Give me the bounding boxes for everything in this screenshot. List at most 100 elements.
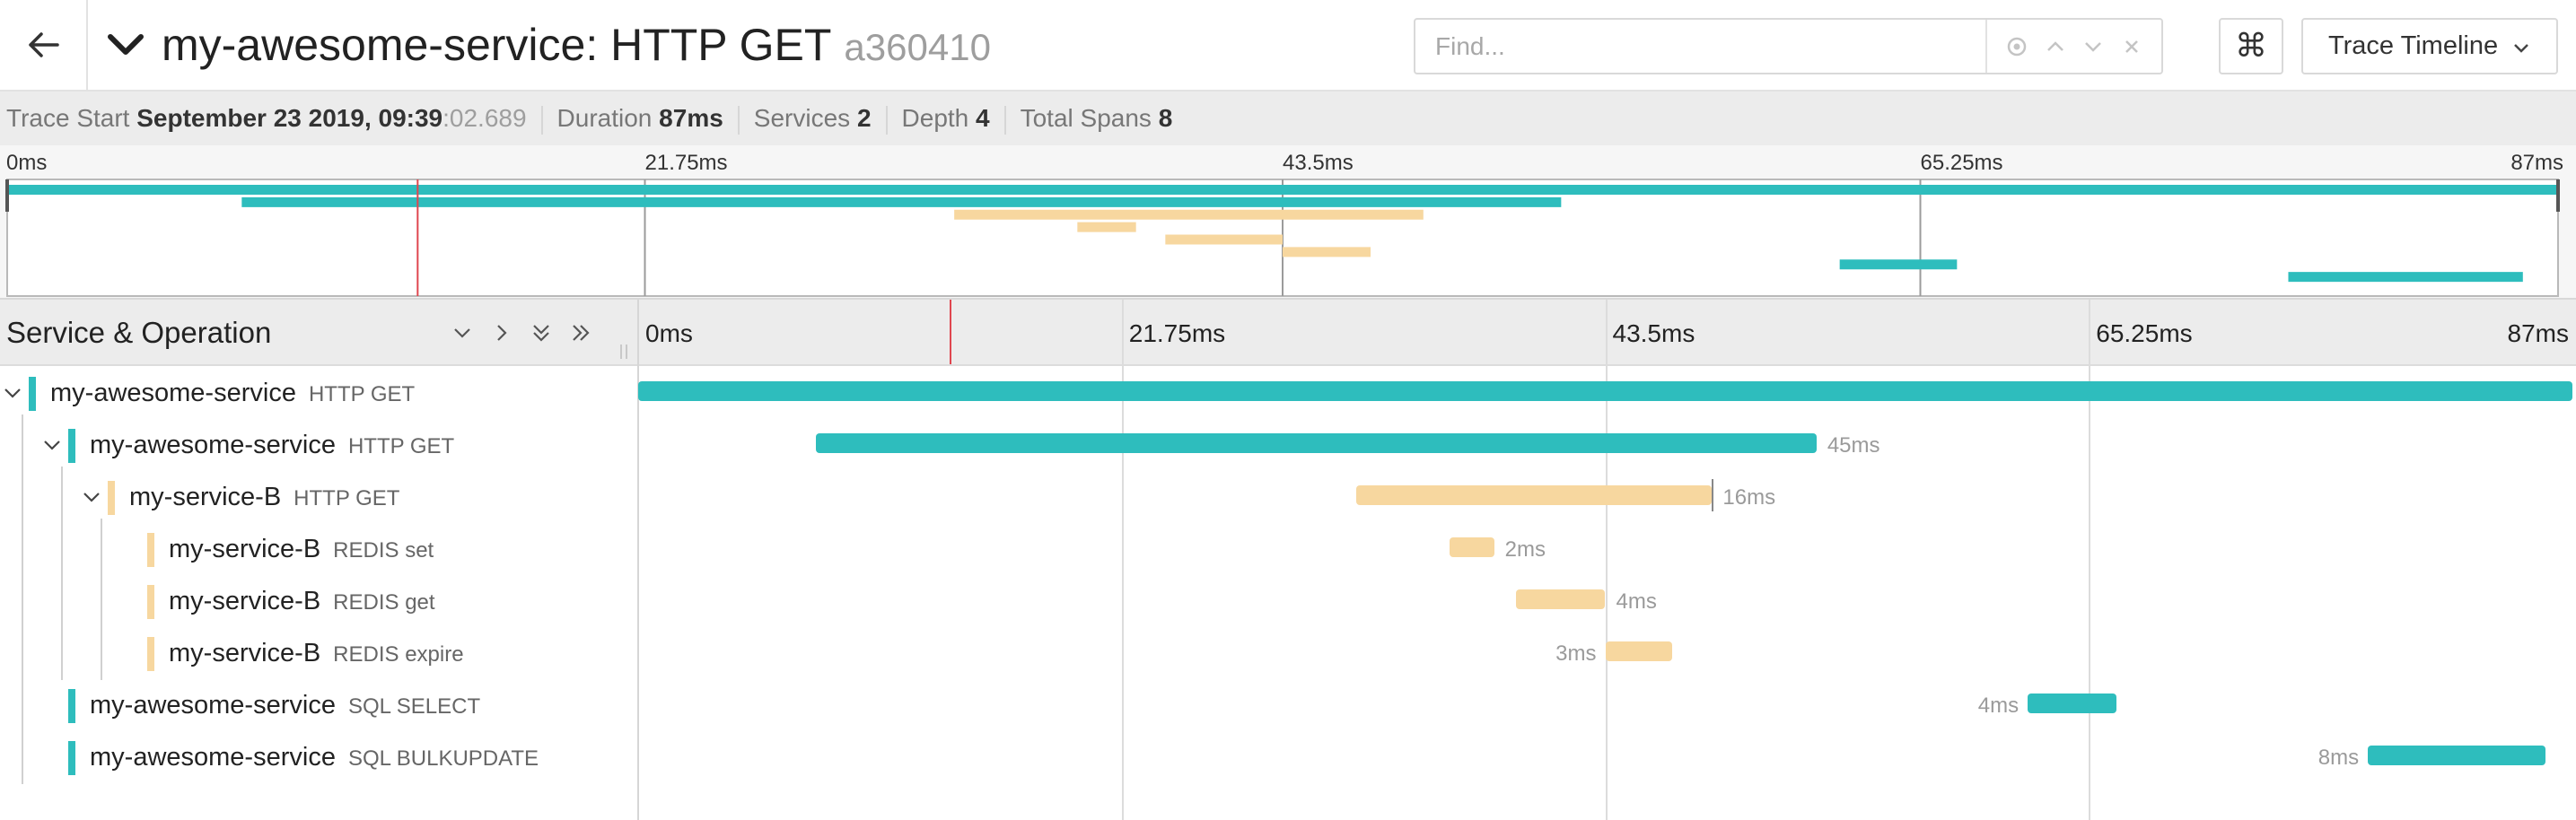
operation-name: REDIS expire bbox=[333, 642, 464, 667]
operation-name: HTTP GET bbox=[294, 486, 400, 510]
minimap-span-bar bbox=[954, 209, 1424, 220]
span-row[interactable]: my-awesome-service HTTP GET 45ms bbox=[0, 420, 2576, 472]
depth-label: Depth bbox=[901, 104, 969, 132]
service-name: my-service-B bbox=[169, 587, 321, 615]
minimap-span-bar bbox=[241, 196, 1562, 207]
minimap-span-bar bbox=[1839, 259, 1958, 270]
span-bar[interactable] bbox=[1450, 537, 1494, 557]
span-bar[interactable] bbox=[2368, 746, 2546, 765]
service-color-bar bbox=[147, 637, 154, 671]
page-title: my-awesome-service: HTTP GET a360410 bbox=[162, 18, 991, 74]
chevron-down-icon[interactable] bbox=[79, 484, 104, 510]
total-spans-value: 8 bbox=[1158, 104, 1173, 132]
service-color-bar bbox=[68, 429, 75, 463]
span-service-name[interactable]: my-awesome-service SQL BULKUPDATE bbox=[90, 743, 539, 772]
minimap-span-bar bbox=[2288, 272, 2523, 283]
span-duration-label: 4ms bbox=[1977, 694, 2020, 718]
span-service-name[interactable]: my-service-B REDIS expire bbox=[169, 639, 464, 668]
service-name: my-service-B bbox=[169, 535, 321, 563]
back-button[interactable] bbox=[0, 0, 88, 90]
timeline-tick-label: 0ms bbox=[645, 319, 693, 347]
collapse-all-icon[interactable] bbox=[528, 319, 555, 346]
service-name: my-awesome-service bbox=[90, 691, 336, 720]
span-bar[interactable] bbox=[1356, 485, 1713, 505]
locate-icon[interactable] bbox=[2004, 34, 2029, 59]
find-input[interactable] bbox=[1415, 20, 1985, 73]
span-row[interactable]: my-awesome-service HTTP GET bbox=[0, 368, 2576, 420]
span-row[interactable]: my-service-B REDIS expire 3ms bbox=[0, 628, 2576, 680]
service-color-bar bbox=[108, 481, 115, 515]
trace-header: my-awesome-service: HTTP GET a360410 ⌘ Tr… bbox=[0, 0, 2576, 92]
span-bar[interactable] bbox=[1605, 641, 1672, 661]
span-row[interactable]: my-service-B HTTP GET 16ms bbox=[0, 472, 2576, 524]
span-bar[interactable] bbox=[2028, 694, 2117, 713]
view-selector[interactable]: Trace Timeline bbox=[2301, 18, 2558, 74]
column-resize-handle[interactable] bbox=[618, 343, 630, 361]
expand-one-icon[interactable] bbox=[488, 319, 515, 346]
trace-id: a360410 bbox=[844, 26, 991, 68]
span-duration-label: 8ms bbox=[2318, 746, 2360, 770]
span-row[interactable]: my-service-B REDIS get 4ms bbox=[0, 576, 2576, 628]
span-service-name[interactable]: my-awesome-service HTTP GET bbox=[90, 431, 454, 460]
span-service-name[interactable]: my-service-B REDIS get bbox=[169, 587, 435, 616]
span-duration-label: 45ms bbox=[1827, 433, 1880, 458]
chevron-down-icon[interactable] bbox=[106, 31, 145, 59]
trace-summary: Trace Start September 23 2019, 09:39:02.… bbox=[0, 92, 2576, 145]
span-service-name[interactable]: my-awesome-service HTTP GET bbox=[50, 379, 415, 408]
minimap-span-bar bbox=[1283, 247, 1371, 257]
chevron-down-icon[interactable] bbox=[2081, 34, 2106, 59]
span-bar[interactable] bbox=[638, 381, 2572, 401]
minimap-graph[interactable] bbox=[0, 145, 2576, 298]
minimap-handle-right[interactable] bbox=[2556, 179, 2560, 212]
timeline-gridline bbox=[2089, 300, 2091, 364]
trace-title-text: my-awesome-service: HTTP GET bbox=[162, 20, 832, 70]
span-bar[interactable] bbox=[1516, 589, 1606, 609]
timeline-gridline bbox=[1121, 300, 1124, 364]
service-name: my-service-B bbox=[169, 639, 321, 667]
span-table-header: Service & Operation 0ms 21.75ms 43.5ms 65.2… bbox=[0, 300, 2576, 366]
span-service-name[interactable]: my-service-B HTTP GET bbox=[129, 483, 399, 512]
expand-all-icon[interactable] bbox=[567, 319, 594, 346]
divider bbox=[540, 105, 543, 135]
service-color-bar bbox=[68, 741, 75, 775]
chevron-down-icon[interactable] bbox=[39, 432, 65, 458]
close-icon[interactable] bbox=[2119, 34, 2144, 59]
arrow-left-icon bbox=[29, 32, 59, 57]
duration-value: 87ms bbox=[659, 104, 723, 132]
span-row[interactable]: my-awesome-service SQL SELECT 4ms bbox=[0, 680, 2576, 732]
span-row[interactable]: my-awesome-service SQL BULKUPDATE 8ms bbox=[0, 732, 2576, 784]
divider bbox=[1003, 105, 1006, 135]
chevron-up-icon[interactable] bbox=[2043, 34, 2068, 59]
span-row[interactable]: my-service-B REDIS set 2ms bbox=[0, 524, 2576, 576]
chevron-down-icon[interactable] bbox=[0, 380, 25, 406]
minimap-span-bar bbox=[7, 185, 2558, 195]
operation-name: HTTP GET bbox=[347, 434, 455, 458]
operation-name: REDIS set bbox=[333, 538, 434, 563]
timeline-tick-label: 65.25ms bbox=[2096, 319, 2193, 347]
span-duration-label: 4ms bbox=[1616, 589, 1657, 614]
service-color-bar bbox=[147, 533, 154, 567]
depth-value: 4 bbox=[976, 104, 990, 132]
span-bar[interactable] bbox=[816, 433, 1817, 453]
duration-label: Duration bbox=[556, 104, 653, 132]
minimap-span-bar bbox=[1077, 222, 1136, 232]
span-service-name[interactable]: my-awesome-service SQL SELECT bbox=[90, 691, 480, 720]
timeline-tick-label: 87ms bbox=[2507, 319, 2569, 347]
minimap-handle-left[interactable] bbox=[5, 179, 9, 212]
trace-start-ms: :02.689 bbox=[442, 104, 527, 132]
timeline-tick-label: 43.5ms bbox=[1612, 319, 1695, 347]
find-box bbox=[1414, 18, 2163, 74]
divider bbox=[885, 105, 888, 135]
span-rows: my-awesome-service HTTP GET my-awesome-ser… bbox=[0, 366, 2576, 820]
trace-minimap[interactable]: 0ms 21.75ms 43.5ms 65.25ms 87ms bbox=[0, 145, 2576, 300]
command-icon: ⌘ bbox=[2235, 28, 2267, 65]
keyboard-shortcuts-button[interactable]: ⌘ bbox=[2219, 18, 2283, 74]
chevron-down-icon bbox=[2514, 44, 2528, 53]
span-duration-label: 3ms bbox=[1555, 641, 1597, 666]
operation-name: REDIS get bbox=[333, 590, 435, 615]
span-service-name[interactable]: my-service-B REDIS set bbox=[169, 535, 434, 564]
operation-name: HTTP GET bbox=[308, 382, 416, 406]
collapse-one-icon[interactable] bbox=[449, 319, 476, 346]
timeline-tick-label: 21.75ms bbox=[1128, 319, 1226, 347]
find-tools bbox=[1985, 20, 2161, 73]
